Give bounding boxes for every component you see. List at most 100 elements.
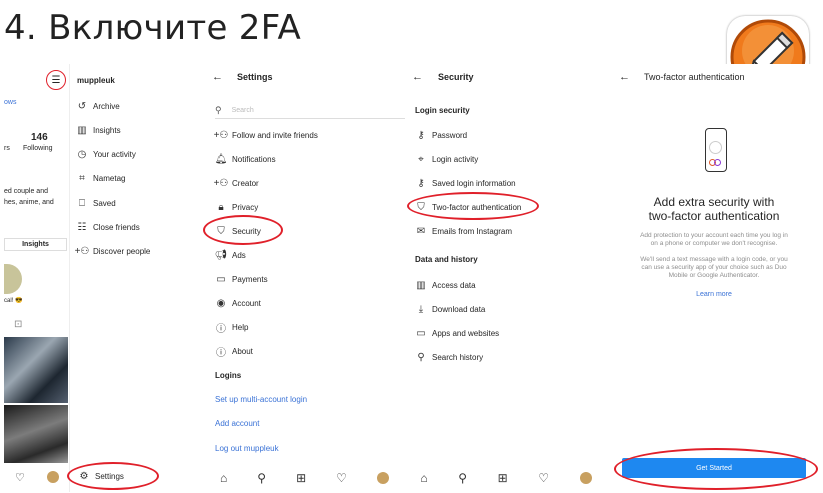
monitor-icon: ▭ bbox=[416, 327, 426, 339]
settings-item-ads[interactable]: 📢︎ Ads bbox=[215, 249, 246, 261]
chart-icon: ▥ bbox=[416, 279, 426, 291]
tagged-icon[interactable]: ⊡ bbox=[14, 319, 22, 330]
story-highlight-avatar[interactable] bbox=[4, 264, 22, 294]
two-factor-header: Two-factor authentication bbox=[644, 72, 745, 82]
settings-header: Settings bbox=[237, 72, 273, 82]
bio-line: ed couple and bbox=[4, 188, 48, 195]
page-title: 4. Включите 2FA bbox=[4, 8, 302, 48]
data-item-apps[interactable]: ▭ Apps and websites bbox=[415, 327, 499, 339]
key-icon: ⚷ bbox=[417, 129, 425, 141]
menu-icon[interactable]: ☰ bbox=[46, 70, 66, 90]
learn-more-link[interactable]: Learn more bbox=[608, 291, 820, 298]
insights-button[interactable]: Insights bbox=[4, 238, 67, 251]
lock-icon: 🔒︎ bbox=[218, 201, 224, 213]
back-arrow-icon[interactable]: ← bbox=[412, 71, 423, 83]
security-item-password[interactable]: ⚷ Password bbox=[415, 129, 467, 141]
security-item-login-activity[interactable]: ⌖ Login activity bbox=[415, 153, 478, 165]
phone-illustration-icon bbox=[705, 128, 727, 172]
menu-item-insights[interactable]: ▥ Insights bbox=[76, 124, 120, 136]
bookmark-icon: ⎕ bbox=[79, 197, 85, 209]
avatar[interactable] bbox=[376, 472, 389, 484]
settings-item-help[interactable]: ⓘ Help bbox=[215, 321, 248, 335]
logins-header: Logins bbox=[215, 371, 242, 380]
photo-thumbnail[interactable] bbox=[4, 405, 68, 463]
download-icon: ⤓ bbox=[418, 303, 424, 315]
bell-icon: 🔔︎ bbox=[214, 153, 228, 165]
menu-item-close-friends[interactable]: ☷ Close friends bbox=[76, 221, 140, 233]
key-icon: ⚷ bbox=[417, 177, 425, 189]
avatar[interactable] bbox=[46, 471, 59, 483]
stat-left-label: rs bbox=[4, 145, 10, 152]
login-security-header: Login security bbox=[415, 106, 470, 115]
settings-item-account[interactable]: ◉ Account bbox=[215, 297, 261, 309]
search-input[interactable]: ⚲ Search bbox=[215, 102, 405, 119]
highlight-caption: cal! 😎 bbox=[4, 298, 23, 304]
multi-account-link[interactable]: Set up multi-account login bbox=[215, 395, 307, 404]
info-icon: ⓘ bbox=[216, 347, 226, 359]
data-item-download[interactable]: ⤓ Download data bbox=[415, 303, 486, 315]
heart-icon[interactable]: ♡ bbox=[336, 471, 347, 485]
archive-icon: ↺ bbox=[77, 100, 87, 112]
photo-thumbnail[interactable] bbox=[4, 337, 68, 403]
profile-username: muppleuk bbox=[77, 76, 115, 85]
data-item-access[interactable]: ▥ Access data bbox=[415, 279, 475, 291]
heart-icon[interactable]: ♡ bbox=[538, 471, 549, 485]
menu-item-saved[interactable]: ⎕ Saved bbox=[76, 197, 116, 209]
menu-item-activity[interactable]: ◷ Your activity bbox=[76, 148, 136, 160]
location-pin-icon: ⌖ bbox=[418, 153, 424, 165]
stat-label: Following bbox=[23, 145, 53, 152]
home-icon[interactable]: ⌂ bbox=[420, 471, 427, 485]
log-out-link[interactable]: Log out muppleuk bbox=[215, 444, 279, 453]
search-icon: ⚲ bbox=[215, 104, 222, 115]
bottom-nav: ♡ bbox=[4, 466, 70, 488]
highlight-oval bbox=[407, 192, 539, 220]
highlight-oval bbox=[614, 448, 818, 490]
settings-item-payments[interactable]: ▭ Payments bbox=[215, 273, 267, 285]
settings-item-about[interactable]: ⓘ About bbox=[215, 345, 253, 359]
settings-item-creator[interactable]: +⚇ Creator bbox=[213, 177, 259, 189]
settings-item-privacy[interactable]: 🔒︎ Privacy bbox=[215, 201, 258, 213]
security-header: Security bbox=[438, 72, 474, 82]
avatar[interactable] bbox=[579, 472, 592, 484]
list-icon: ☷ bbox=[77, 221, 87, 233]
creator-icon: +⚇ bbox=[213, 177, 229, 189]
add-person-icon: +⚇ bbox=[213, 129, 229, 141]
back-arrow-icon[interactable]: ← bbox=[212, 71, 223, 83]
security-item-emails[interactable]: ✉ Emails from Instagram bbox=[415, 225, 512, 237]
highlight-oval bbox=[203, 215, 283, 245]
search-icon: ⚲ bbox=[417, 351, 425, 363]
menu-item-archive[interactable]: ↺ Archive bbox=[76, 100, 120, 112]
new-post-icon[interactable]: ⊞ bbox=[498, 471, 508, 485]
two-factor-description: Add protection to your account each time… bbox=[640, 232, 788, 279]
data-item-search-history[interactable]: ⚲ Search history bbox=[415, 351, 483, 363]
insights-icon: ▥ bbox=[77, 124, 87, 136]
profile-link[interactable]: ows bbox=[4, 99, 16, 106]
mail-icon: ✉ bbox=[416, 225, 426, 237]
settings-panel: ← Settings ⚲ Search +⚇ Follow and invite … bbox=[203, 64, 405, 492]
settings-item-notifications[interactable]: 🔔︎ Notifications bbox=[215, 153, 276, 165]
megaphone-icon: 📢︎ bbox=[214, 249, 228, 261]
menu-item-nametag[interactable]: ⌗ Nametag bbox=[76, 172, 125, 184]
bottom-nav: ⌂ ⚲ ⊞ ♡ bbox=[405, 467, 607, 489]
search-icon[interactable]: ⚲ bbox=[458, 471, 467, 485]
heart-icon[interactable]: ♡ bbox=[15, 471, 25, 484]
two-factor-heading: Add extra security with two-factor authe… bbox=[648, 195, 780, 223]
account-icon: ◉ bbox=[216, 297, 226, 309]
back-arrow-icon[interactable]: ← bbox=[619, 71, 630, 83]
two-factor-panel: ← Two-factor authentication Add extra se… bbox=[608, 64, 820, 492]
help-icon: ⓘ bbox=[216, 323, 226, 335]
add-account-link[interactable]: Add account bbox=[215, 419, 259, 428]
bio-line: hes, anime, and bbox=[4, 199, 54, 206]
bottom-nav: ⌂ ⚲ ⊞ ♡ bbox=[205, 467, 404, 489]
menu-item-discover-people[interactable]: +⚇ Discover people bbox=[74, 245, 151, 257]
new-post-icon[interactable]: ⊞ bbox=[296, 471, 306, 485]
data-history-header: Data and history bbox=[415, 255, 478, 264]
stat-value: 146 bbox=[31, 132, 48, 143]
home-icon[interactable]: ⌂ bbox=[220, 471, 227, 485]
card-icon: ▭ bbox=[216, 273, 226, 285]
add-person-icon: +⚇ bbox=[74, 245, 90, 257]
security-item-saved-login[interactable]: ⚷ Saved login information bbox=[415, 177, 515, 189]
activity-icon: ◷ bbox=[77, 148, 87, 160]
search-icon[interactable]: ⚲ bbox=[257, 471, 266, 485]
settings-item-follow[interactable]: +⚇ Follow and invite friends bbox=[213, 129, 318, 141]
